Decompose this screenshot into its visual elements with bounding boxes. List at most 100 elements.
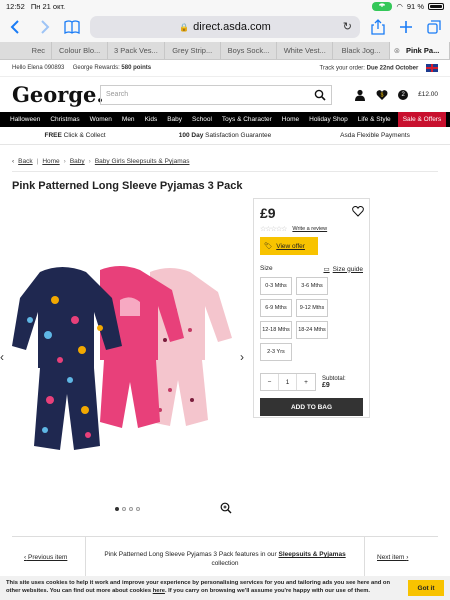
rating-row: ☆☆☆☆☆ Write a review xyxy=(260,225,363,233)
collection-info: Pink Patterned Long Sleeve Pyjamas 3 Pac… xyxy=(104,551,346,568)
browser-tab[interactable]: Rec xyxy=(0,42,52,59)
wifi-icon: ◠ xyxy=(396,1,403,11)
size-option[interactable]: 0-3 Mths xyxy=(260,277,292,295)
nav-item[interactable]: Baby xyxy=(162,112,187,127)
size-header: Size ▭ Size guide xyxy=(260,265,363,273)
nav-item-sale[interactable]: Sale & Offers xyxy=(397,112,447,127)
nav-item[interactable]: School xyxy=(187,112,217,127)
promo-flexible-payments[interactable]: Asda Flexible Payments xyxy=(300,132,450,139)
gallery-dot[interactable] xyxy=(122,507,126,511)
write-review-link[interactable]: Write a review xyxy=(292,226,327,232)
increase-button[interactable]: + xyxy=(297,374,315,390)
browser-tab[interactable]: Black Jog... xyxy=(333,42,390,59)
george-logo[interactable]: George. xyxy=(12,82,104,107)
browser-tab-active[interactable]: ⊗ Pink Pa... xyxy=(389,42,450,59)
reload-icon[interactable]: ↻ xyxy=(343,20,352,33)
promo-click-collect[interactable]: FREE Click & Collect xyxy=(0,132,150,139)
site-header: George. Search $ 2 £12.00 xyxy=(0,76,450,112)
url-text: direct.asda.com xyxy=(193,21,271,33)
close-tab-icon[interactable]: ⊗ xyxy=(394,46,400,55)
breadcrumb-baby[interactable]: Baby xyxy=(70,158,85,165)
add-to-bag-button[interactable]: ADD TO BAG xyxy=(260,398,363,416)
quantity-row: − 1 + Subtotal: £9 xyxy=(260,373,363,391)
search-input[interactable]: Search xyxy=(100,84,332,105)
back-arrow-icon[interactable] xyxy=(6,17,26,37)
size-option[interactable]: 2-3 Yrs xyxy=(260,343,292,361)
rewards-icon[interactable]: $ xyxy=(376,89,388,101)
quantity-stepper: − 1 + xyxy=(260,373,316,391)
gallery-dot[interactable] xyxy=(129,507,133,511)
subtotal-value: £9 xyxy=(322,381,330,389)
browser-tab-bar: Rec Colour Blo... 3 Pack Ves... Grey Str… xyxy=(0,42,450,60)
nav-item[interactable]: Christmas xyxy=(45,112,84,127)
track-order-label[interactable]: Track your order: xyxy=(320,66,365,72)
heart-icon[interactable] xyxy=(352,205,364,217)
chevron-right-icon: › xyxy=(406,554,409,561)
quantity-value[interactable]: 1 xyxy=(279,374,297,390)
divider xyxy=(12,171,438,172)
breadcrumb-current[interactable]: Baby Girls Sleepsuits & Pyjamas xyxy=(95,158,190,165)
promo-strip: FREE Click & Collect 100 Day Satisfactio… xyxy=(0,127,450,145)
tabs-overview-icon[interactable] xyxy=(424,17,444,37)
breadcrumb-home[interactable]: Home xyxy=(42,158,59,165)
cookie-more-link[interactable]: here xyxy=(153,588,165,594)
browser-tab[interactable]: Boys Sock... xyxy=(221,42,278,59)
gallery-dot[interactable] xyxy=(115,507,119,511)
size-option[interactable]: 12-18 Mths xyxy=(260,321,292,339)
browser-tab[interactable]: Colour Blo... xyxy=(52,42,109,59)
greeting: Hello Elena 090893 xyxy=(12,65,65,71)
next-item-link[interactable]: Next item › xyxy=(364,537,438,578)
nav-item[interactable]: Men xyxy=(117,112,140,127)
size-option[interactable]: 9-12 Mths xyxy=(296,299,328,317)
status-time: 12:52 xyxy=(6,1,25,11)
browser-tab[interactable]: White Vest... xyxy=(277,42,334,59)
breadcrumb-back[interactable]: Back xyxy=(18,158,32,165)
view-offer-button[interactable]: 🏷 View offer xyxy=(260,237,318,255)
page-title: Pink Patterned Long Sleeve Pyjamas 3 Pac… xyxy=(12,180,243,192)
promo-guarantee[interactable]: 100 Day Satisfaction Guarantee xyxy=(150,132,300,139)
cookie-accept-button[interactable]: Got it xyxy=(408,580,444,596)
nav-item[interactable]: Women xyxy=(85,112,117,127)
view-offer-label: View offer xyxy=(276,242,305,250)
product-image[interactable] xyxy=(0,250,250,450)
nav-item[interactable]: Home xyxy=(277,112,304,127)
rewards-points: 580 points xyxy=(121,65,152,71)
battery-percent: 91 % xyxy=(406,1,424,11)
gallery-dot[interactable] xyxy=(136,507,140,511)
zoom-icon[interactable] xyxy=(220,502,232,514)
previous-item-link[interactable]: ‹ Previous item xyxy=(12,537,86,578)
lock-icon: 🔒 xyxy=(179,22,190,32)
breadcrumb: ‹ Back | Home › Baby › Baby Girls Sleeps… xyxy=(0,158,450,165)
basket-count: 2 xyxy=(398,89,409,100)
decrease-button[interactable]: − xyxy=(261,374,279,390)
account-icon[interactable] xyxy=(354,89,366,101)
collection-link[interactable]: Sleepsuits & Pyjamas xyxy=(278,551,345,558)
forward-arrow-icon[interactable] xyxy=(34,17,54,37)
nav-item[interactable]: Toys & Character xyxy=(217,112,277,127)
size-option[interactable]: 18-24 Mths xyxy=(296,321,328,339)
bookmarks-icon[interactable] xyxy=(62,17,82,37)
size-guide-link[interactable]: ▭ Size guide xyxy=(323,265,363,274)
basket[interactable]: 2 xyxy=(398,89,409,100)
basket-total[interactable]: £12.00 xyxy=(418,91,438,98)
address-bar[interactable]: 🔒 direct.asda.com ↻ xyxy=(90,16,360,38)
size-options: 0-3 Mths 3-6 Mths 6-9 Mths 9-12 Mths 12-… xyxy=(260,277,363,361)
subtotal: Subtotal: £9 xyxy=(322,375,346,389)
size-option[interactable]: 6-9 Mths xyxy=(260,299,292,317)
buy-box: £9 ☆☆☆☆☆ Write a review 🏷 View offer Siz… xyxy=(253,198,370,418)
nav-item[interactable]: Holiday Shop xyxy=(304,112,353,127)
main-nav: Halloween Christmas Women Men Kids Baby … xyxy=(0,112,450,127)
nav-item[interactable]: Halloween xyxy=(5,112,45,127)
browser-tab[interactable]: 3 Pack Ves... xyxy=(108,42,165,59)
uk-flag-icon[interactable] xyxy=(426,64,438,72)
item-pager: ‹ Previous item Pink Patterned Long Slee… xyxy=(12,536,438,578)
nav-item[interactable]: Life & Style xyxy=(353,112,396,127)
battery-icon xyxy=(428,2,444,10)
chevron-left-icon: ‹ xyxy=(12,158,15,165)
nav-item[interactable]: Kids xyxy=(140,112,163,127)
size-option[interactable]: 3-6 Mths xyxy=(296,277,328,295)
share-icon[interactable] xyxy=(368,17,388,37)
new-tab-icon[interactable] xyxy=(396,17,416,37)
search-icon[interactable] xyxy=(314,89,326,101)
browser-tab[interactable]: Grey Strip... xyxy=(165,42,221,59)
